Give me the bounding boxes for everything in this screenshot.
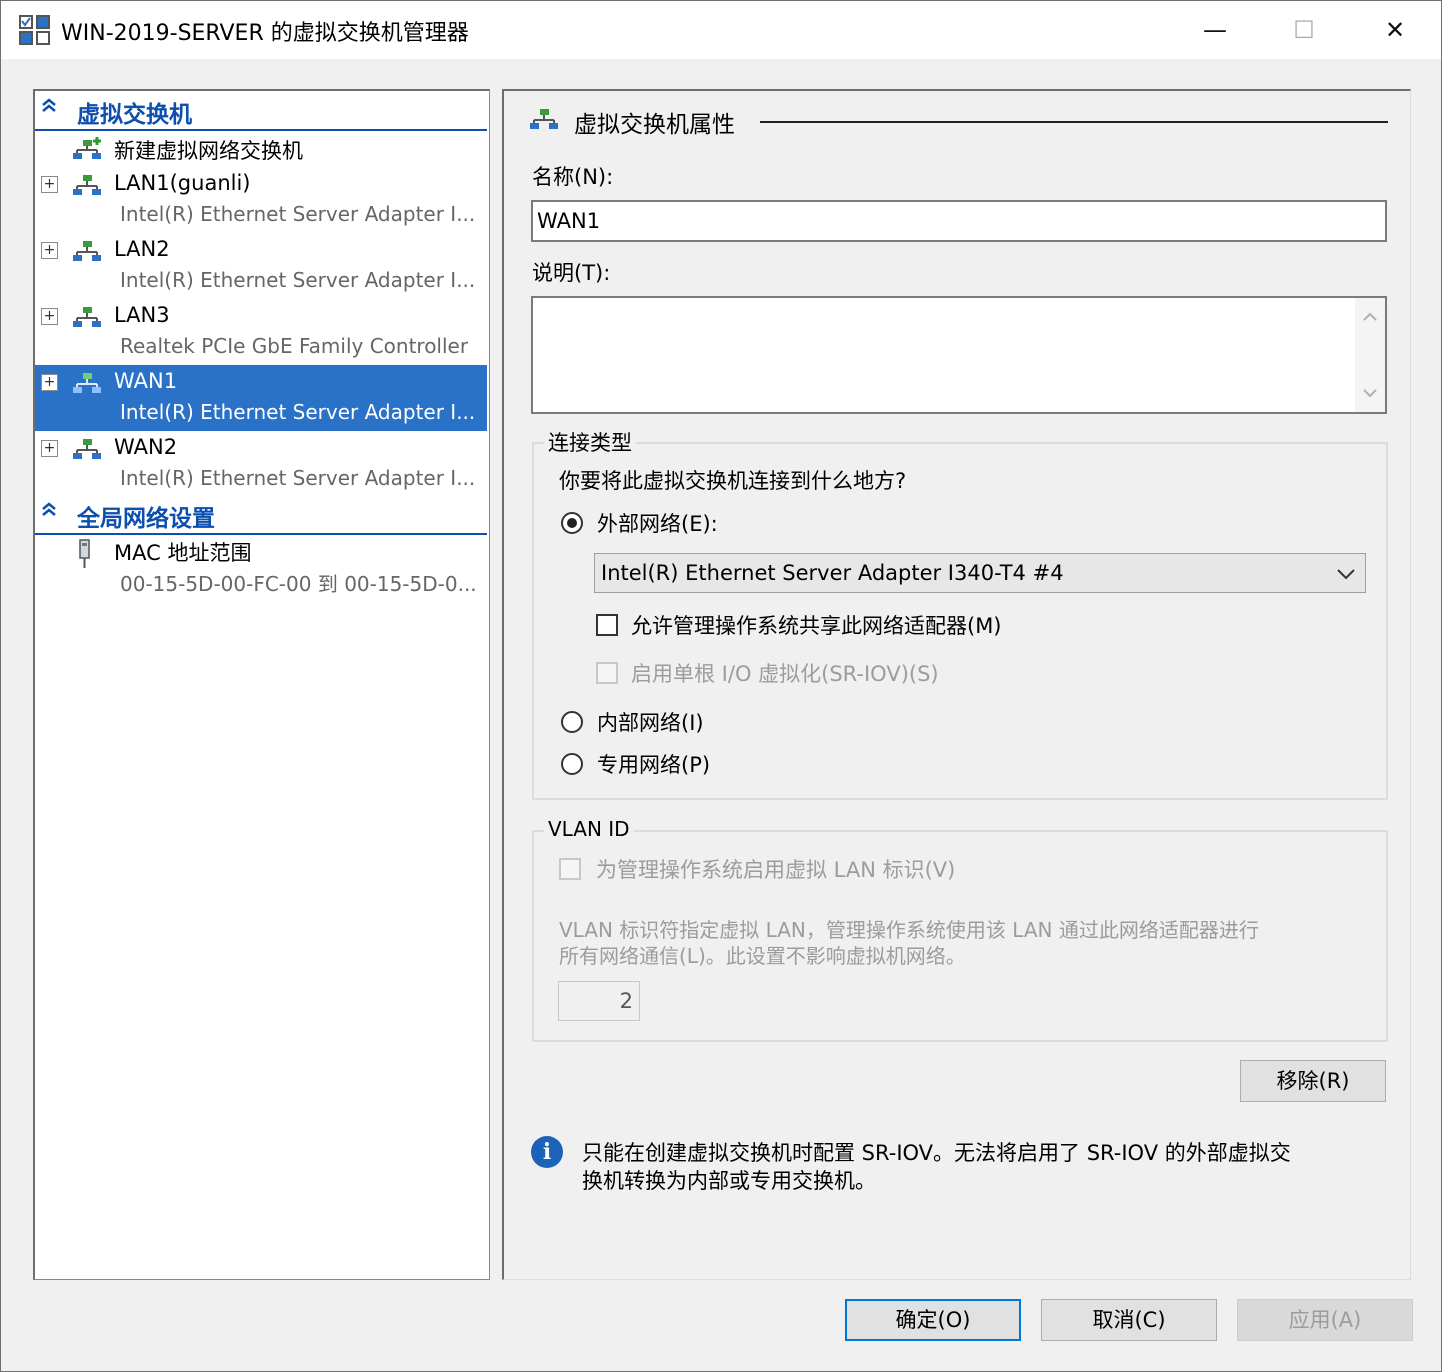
sriov-info-line1: 只能在创建虚拟交换机时配置 SR-IOV。无法将启用了 SR-IOV 的外部虚拟… [582,1141,1291,1165]
switch-node-lan1[interactable]: + LAN1(guanli) Intel(R) Ethernet Server … [35,167,487,233]
notes-textarea[interactable] [531,296,1387,414]
network-switch-icon [73,307,101,327]
switch-properties-panel: 虚拟交换机属性 名称(N): WAN1 说明(T): 连接类型 你要将此虚拟交换… [502,89,1411,1280]
chevron-down-icon [1337,569,1355,580]
cancel-button[interactable]: 取消(C) [1041,1299,1217,1341]
close-button[interactable]: ✕ [1351,1,1439,59]
internal-network-radio[interactable] [561,711,583,733]
switch-adapter: Intel(R) Ethernet Server Adapter I... [120,466,476,490]
scroll-up-icon[interactable] [1363,312,1377,322]
switch-adapter: Intel(R) Ethernet Server Adapter I... [120,400,476,424]
section-label: 全局网络设置 [77,506,215,532]
network-adapter-icon [79,539,90,568]
internal-network-label: 内部网络(I) [597,711,704,735]
section-global-network-settings[interactable]: 全局网络设置 [35,497,487,535]
vlan-group-title: VLAN ID [544,817,634,841]
virtual-switch-manager-window: WIN-2019-SERVER 的虚拟交换机管理器 — ☐ ✕ 虚拟交换机 新建… [0,0,1442,1372]
new-virtual-switch-item[interactable]: 新建虚拟网络交换机 [35,131,487,165]
enable-sriov-checkbox[interactable] [596,662,618,684]
adapter-select-value: Intel(R) Ethernet Server Adapter I340-T4… [601,561,1064,585]
network-switch-icon [73,175,101,195]
collapse-chevron-icon[interactable] [41,501,57,522]
external-network-label: 外部网络(E): [597,512,718,536]
switch-adapter: Intel(R) Ethernet Server Adapter I... [120,202,476,226]
switch-node-wan2[interactable]: + WAN2 Intel(R) Ethernet Server Adapter … [35,431,487,497]
enable-vlan-label: 为管理操作系统启用虚拟 LAN 标识(V) [596,858,956,882]
switch-node-lan2[interactable]: + LAN2 Intel(R) Ethernet Server Adapter … [35,233,487,299]
network-switch-icon [73,373,101,393]
private-network-radio[interactable] [561,753,583,775]
switch-node-wan1[interactable]: + WAN1 Intel(R) Ethernet Server Adapter … [35,365,487,431]
switch-name: WAN1 [114,369,178,393]
remove-button[interactable]: 移除(R) [1240,1060,1386,1102]
name-input[interactable]: WAN1 [531,200,1387,242]
vlan-description-line1: VLAN 标识符指定虚拟 LAN，管理操作系统使用该 LAN 通过此网络适配器进… [559,918,1259,942]
minimize-button[interactable]: — [1171,1,1259,59]
mac-address-range-item[interactable]: MAC 地址范围 00-15-5D-00-FC-00 到 00-15-5D-0.… [35,533,487,599]
switch-adapter: Realtek PCIe GbE Family Controller [120,334,469,358]
collapse-chevron-icon[interactable] [41,97,57,118]
section-virtual-switches[interactable]: 虚拟交换机 [35,93,487,131]
ok-button[interactable]: 确定(O) [845,1299,1021,1341]
notes-label: 说明(T): [532,261,611,285]
app-icon [19,15,50,45]
expand-icon[interactable]: + [41,176,58,193]
name-label: 名称(N): [532,165,614,189]
header-divider [760,121,1388,123]
window-title: WIN-2019-SERVER 的虚拟交换机管理器 [61,21,469,46]
expand-icon[interactable]: + [41,374,58,391]
external-adapter-select[interactable]: Intel(R) Ethernet Server Adapter I340-T4… [594,553,1366,593]
vlan-description-line2: 所有网络通信(L)。此设置不影响虚拟机网络。 [559,944,966,968]
notes-scrollbar[interactable] [1355,298,1385,412]
properties-header: 虚拟交换机属性 [574,112,735,138]
vlan-id-input[interactable]: 2 [558,981,640,1021]
enable-vlan-checkbox[interactable] [559,858,581,880]
connection-question: 你要将此虚拟交换机连接到什么地方? [559,469,907,493]
switch-name: LAN1(guanli) [114,171,251,195]
name-input-value: WAN1 [537,209,601,233]
expand-icon[interactable]: + [41,308,58,325]
mac-range: 00-15-5D-00-FC-00 到 00-15-5D-0... [120,572,477,596]
switch-name: WAN2 [114,435,178,459]
connection-type-title: 连接类型 [544,427,636,457]
info-icon: i [531,1136,563,1168]
expand-icon[interactable]: + [41,440,58,457]
network-switch-icon [73,241,101,261]
sriov-info-line2: 换机转换为内部或专用交换机。 [582,1169,876,1193]
new-switch-icon [73,137,101,159]
vlan-id-value: 2 [619,989,633,1013]
maximize-button[interactable]: ☐ [1260,1,1348,59]
scroll-down-icon[interactable] [1363,388,1377,398]
apply-button[interactable]: 应用(A) [1237,1299,1413,1341]
navigation-tree[interactable]: 虚拟交换机 新建虚拟网络交换机 + LAN1(guanli) Intel(R) … [33,89,490,1280]
allow-mgmt-share-checkbox[interactable] [596,614,618,636]
new-switch-label: 新建虚拟网络交换机 [114,139,303,163]
enable-sriov-label: 启用单根 I/O 虚拟化(SR-IOV)(S) [631,662,939,686]
external-network-radio[interactable] [561,512,583,534]
switch-adapter: Intel(R) Ethernet Server Adapter I... [120,268,476,292]
switch-node-lan3[interactable]: + LAN3 Realtek PCIe GbE Family Controlle… [35,299,487,365]
title-bar[interactable]: WIN-2019-SERVER 的虚拟交换机管理器 — ☐ ✕ [1,1,1441,59]
expand-icon[interactable]: + [41,242,58,259]
private-network-label: 专用网络(P) [597,753,711,777]
switch-name: LAN3 [114,303,170,327]
section-label: 虚拟交换机 [77,102,192,128]
network-switch-icon [73,439,101,459]
switch-name: LAN2 [114,237,170,261]
mac-title: MAC 地址范围 [114,541,252,565]
network-switch-icon [530,109,558,129]
allow-mgmt-share-label: 允许管理操作系统共享此网络适配器(M) [631,614,1002,638]
